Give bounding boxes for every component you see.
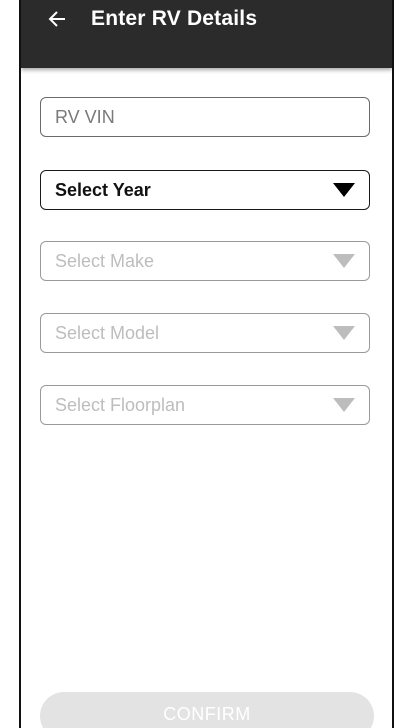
select-model-dropdown[interactable]: Select Model: [40, 313, 370, 353]
rv-vin-input[interactable]: [55, 106, 345, 128]
select-make-label: Select Make: [55, 250, 155, 271]
caret-down-icon: [333, 398, 355, 412]
confirm-button[interactable]: CONFIRM: [40, 692, 374, 728]
device-frame: Enter RV Details Select Year Select Make…: [0, 0, 399, 728]
rv-vin-field[interactable]: [40, 97, 370, 137]
select-floorplan-label: Select Floorplan: [55, 394, 186, 415]
arrow-left-icon: [48, 11, 65, 27]
caret-down-icon: [333, 254, 355, 268]
caret-down-icon: [333, 183, 355, 197]
select-floorplan-dropdown[interactable]: Select Floorplan: [40, 385, 370, 425]
select-make-dropdown[interactable]: Select Make: [40, 241, 370, 281]
frame-left-edge: [0, 0, 21, 728]
confirm-button-label: CONFIRM: [163, 704, 251, 724]
caret-down-icon: [333, 326, 355, 340]
page-title: Enter RV Details: [91, 7, 258, 30]
rv-details-screen: Enter RV Details Select Year Select Make…: [21, 0, 392, 728]
select-model-label: Select Model: [55, 322, 160, 343]
select-year-dropdown[interactable]: Select Year: [40, 170, 370, 210]
frame-right-edge: [392, 0, 399, 728]
app-bar: Enter RV Details: [21, 0, 392, 68]
back-button[interactable]: [43, 5, 71, 33]
select-year-label: Select Year: [55, 179, 151, 200]
